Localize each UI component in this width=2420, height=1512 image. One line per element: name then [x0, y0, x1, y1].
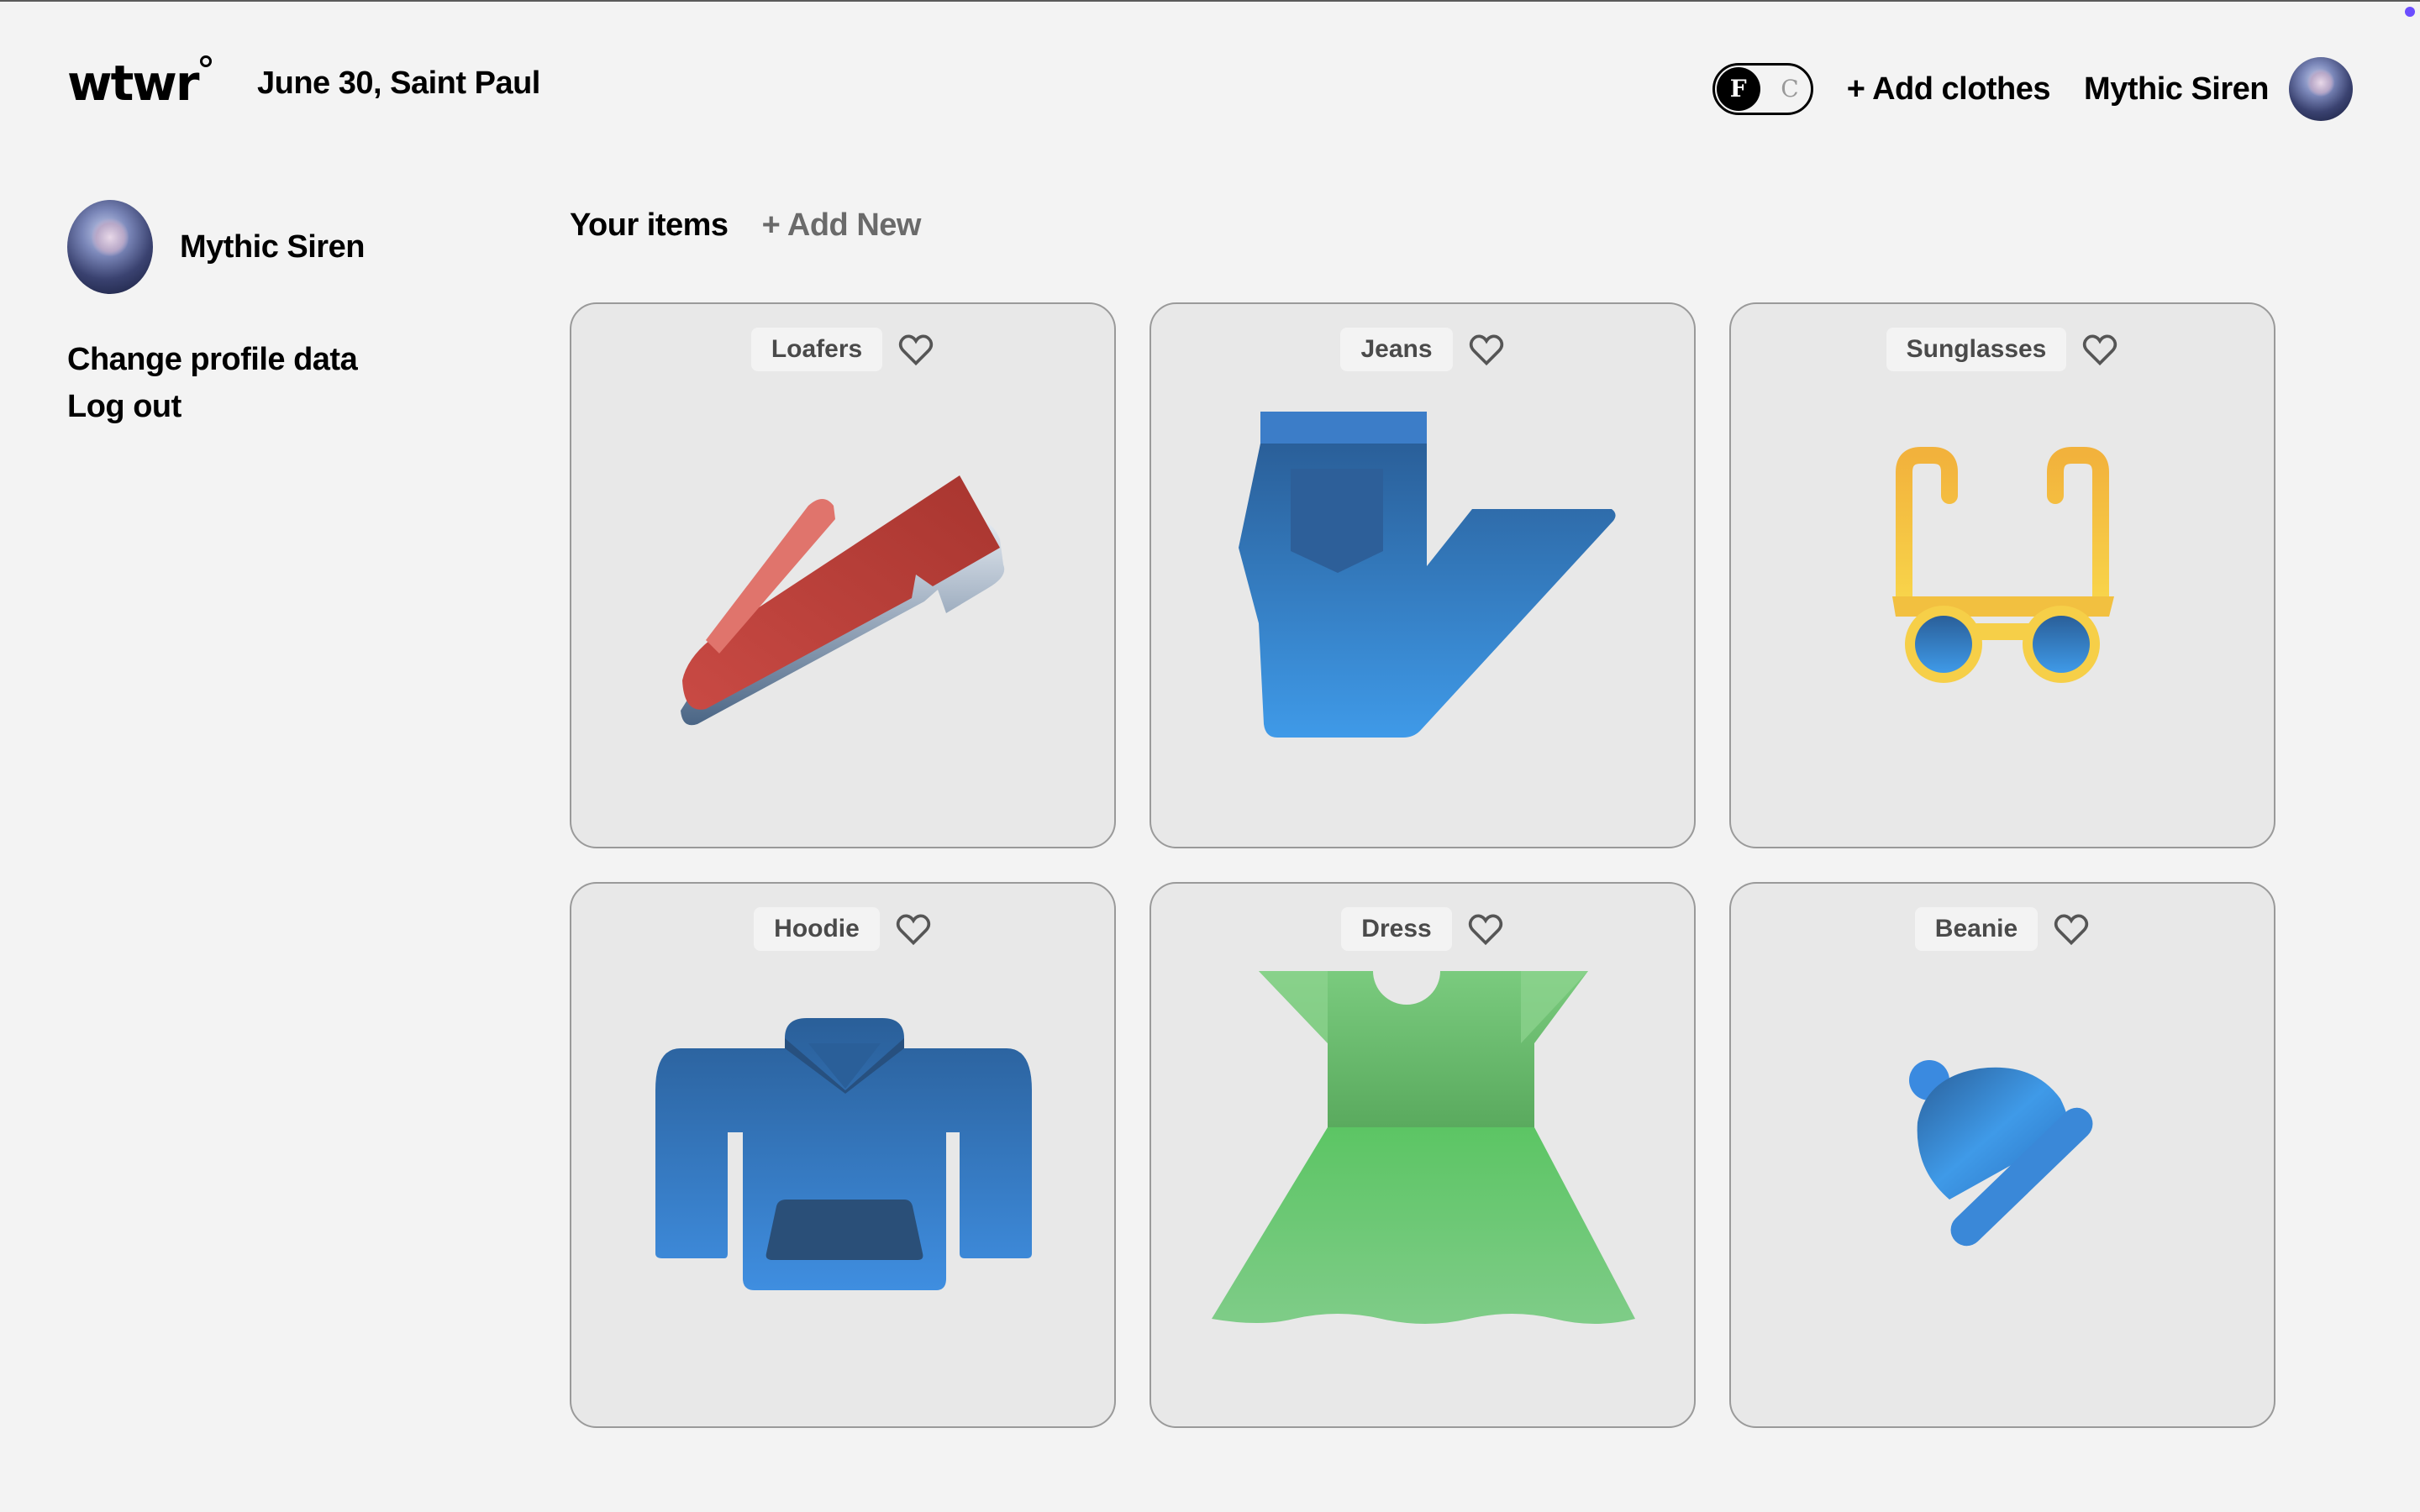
header-actions: F C + Add clothes Mythic Siren: [1712, 55, 2353, 123]
change-profile-data-link[interactable]: Change profile data: [67, 336, 538, 383]
sidebar-avatar: [67, 200, 153, 294]
toggle-label-celsius: C: [1781, 75, 1799, 102]
items-grid: Loafers Jeans Sunglasses Hoodie Dress Be…: [570, 302, 2275, 1428]
item-card-sunglasses[interactable]: Sunglasses: [1729, 302, 2275, 848]
date-location: June 30, Saint Paul: [257, 66, 540, 101]
sidebar-user-name: Mythic Siren: [180, 228, 365, 265]
heart-icon[interactable]: [895, 911, 932, 948]
window-top-border: [0, 0, 2420, 2]
notification-dot: [2405, 7, 2415, 17]
sidebar-links: Change profile data Log out: [67, 336, 538, 430]
item-card-jeans[interactable]: Jeans: [1150, 302, 1696, 848]
profile-sidebar: Mythic Siren Change profile data Log out: [67, 200, 538, 430]
logo-degree-mark: [200, 55, 212, 67]
app-header: wtwr June 30, Saint Paul F C + Add cloth…: [67, 55, 2353, 123]
temperature-unit-toggle[interactable]: F C: [1712, 63, 1813, 115]
header-avatar[interactable]: [2289, 57, 2353, 121]
item-label: Beanie: [1914, 907, 2039, 951]
item-label: Dress: [1341, 907, 1452, 951]
sidebar-profile: Mythic Siren: [67, 200, 538, 294]
loafer-icon: [681, 475, 1005, 726]
heart-icon[interactable]: [1467, 911, 1504, 948]
your-items-title: Your items: [570, 207, 729, 243]
item-label: Loafers: [750, 328, 883, 371]
item-card-beanie[interactable]: Beanie: [1729, 882, 2275, 1428]
app-logo[interactable]: wtwr: [67, 59, 199, 108]
jeans-icon: [1239, 412, 1616, 738]
log-out-link[interactable]: Log out: [67, 383, 538, 430]
item-card-dress[interactable]: Dress: [1150, 882, 1696, 1428]
dress-icon: [1212, 971, 1635, 1324]
heart-icon[interactable]: [1468, 331, 1505, 368]
item-label: Sunglasses: [1886, 328, 2067, 371]
item-card-hoodie[interactable]: Hoodie: [570, 882, 1116, 1428]
items-section-header: Your items + Add New: [570, 202, 921, 249]
heart-icon[interactable]: [2081, 331, 2118, 368]
heart-icon[interactable]: [897, 331, 934, 368]
add-clothes-button[interactable]: + Add clothes: [1847, 71, 2051, 108]
item-label: Jeans: [1340, 328, 1453, 371]
item-label: Hoodie: [754, 907, 880, 951]
hoodie-icon: [655, 1018, 1032, 1290]
item-card-loafers[interactable]: Loafers: [570, 302, 1116, 848]
heart-icon[interactable]: [2053, 911, 2090, 948]
sunglasses-icon: [1892, 447, 2114, 683]
beanie-icon: [1909, 1060, 2093, 1247]
add-new-button[interactable]: + Add New: [762, 207, 922, 244]
toggle-label-fahrenheit: F: [1729, 75, 1747, 102]
header-user-name[interactable]: Mythic Siren: [2084, 71, 2269, 108]
